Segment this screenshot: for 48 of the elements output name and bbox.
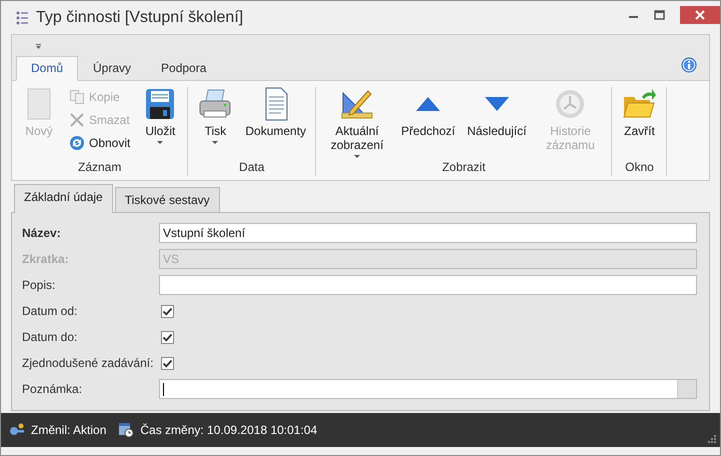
ribbon-button[interactable]: Dokumenty	[241, 87, 310, 138]
status-text: Změnil: Aktion	[31, 423, 106, 437]
field-label: Popis:	[22, 278, 56, 292]
user-key-icon	[9, 423, 25, 437]
ribbon-button[interactable]: Tisk	[193, 87, 238, 144]
form-tab[interactable]: Základní údaje	[14, 184, 113, 213]
ribbon-button[interactable]: Předchozí	[397, 87, 460, 138]
list-icon	[16, 10, 28, 24]
checkbox[interactable]	[161, 356, 174, 370]
maximize-icon[interactable]	[654, 8, 666, 20]
field-label: Název:	[22, 226, 62, 240]
resize-grip-icon[interactable]	[708, 435, 716, 443]
ribbon-tab[interactable]: Úpravy	[78, 56, 146, 81]
field-label: Poznámka:	[22, 382, 84, 396]
calendar-clock-icon	[118, 422, 134, 438]
close-button[interactable]	[680, 6, 720, 24]
ribbon-tab[interactable]: Podpora	[146, 56, 222, 81]
checkbox[interactable]	[161, 304, 174, 318]
field-label: Zkratka:	[22, 252, 70, 266]
copy-icon	[69, 89, 85, 105]
group-label: Zobrazit	[441, 160, 486, 176]
checkbox[interactable]	[161, 330, 174, 344]
field-label: Zjednodušené zadávání:	[22, 356, 154, 370]
ribbon-button[interactable]: Uložit	[138, 87, 182, 144]
group-label: Záznam	[77, 160, 122, 176]
memo-field[interactable]	[159, 379, 697, 399]
ribbon-button[interactable]: Následující	[463, 87, 530, 138]
ribbon-button[interactable]: Zavřít	[617, 87, 662, 138]
field-label: Datum od:	[22, 304, 78, 318]
refresh-icon	[69, 135, 85, 151]
group-label: Data	[238, 160, 266, 176]
window-title: Typ činnosti [Vstupní školení]	[36, 8, 244, 26]
form-tab[interactable]: Tiskové sestavy	[114, 187, 220, 212]
caret-icon	[157, 141, 164, 144]
caret-icon	[212, 141, 218, 144]
customize-toolbar-icon[interactable]	[35, 42, 42, 50]
ribbon-button[interactable]: Aktuální zobrazení	[321, 87, 394, 158]
group-label: Okno	[624, 160, 655, 176]
ribbon-tab[interactable]: Domů	[16, 56, 78, 81]
close-icon	[694, 8, 706, 20]
input-field[interactable]	[159, 275, 697, 295]
ribbon-button[interactable]: Obnovit	[69, 133, 130, 153]
status-text: Čas změny: 10.09.2018 10:01:04	[140, 423, 318, 437]
input-field[interactable]: Vstupní školení	[159, 223, 697, 243]
caret-icon	[354, 155, 360, 158]
info-icon[interactable]	[681, 57, 697, 73]
field-label: Datum do:	[22, 330, 78, 344]
delete-icon	[69, 112, 85, 128]
